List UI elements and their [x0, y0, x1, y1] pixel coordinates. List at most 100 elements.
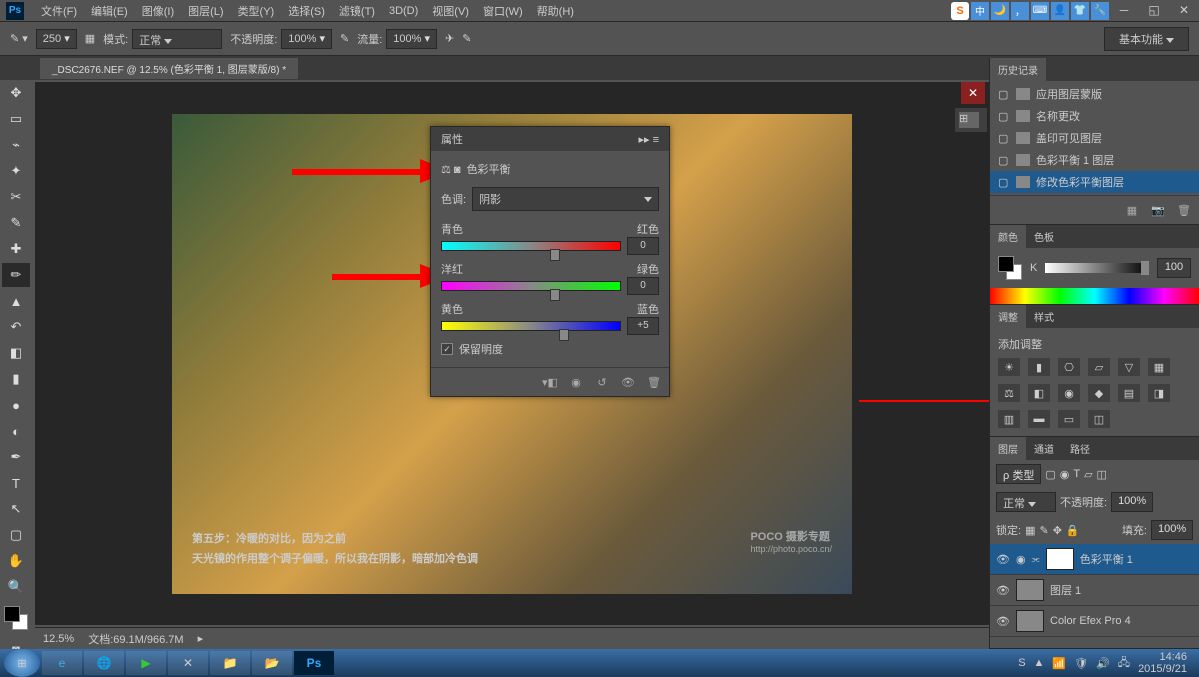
color-tab[interactable]: 颜色: [990, 225, 1026, 248]
slider-value-2[interactable]: +5: [627, 317, 659, 335]
history-item[interactable]: ▢色彩平衡 1 图层: [990, 149, 1199, 171]
delete-icon[interactable]: 🗑: [645, 374, 663, 390]
ime-user-icon[interactable]: 👤: [1051, 2, 1069, 20]
tray-date[interactable]: 2015/9/21: [1138, 663, 1187, 675]
close-doc-group[interactable]: ✕: [961, 82, 985, 104]
menu-layer[interactable]: 图层(L): [181, 3, 230, 19]
layer-fill[interactable]: 100%: [1151, 520, 1193, 540]
slider-1[interactable]: [441, 281, 621, 291]
layer-mask-thumb[interactable]: [1046, 548, 1074, 570]
k-value[interactable]: 100: [1157, 258, 1191, 278]
filter-type-icon[interactable]: T: [1073, 468, 1080, 480]
layer-visibility-icon[interactable]: 👁: [996, 553, 1010, 566]
brush-tool-icon[interactable]: ✎ ▾: [10, 32, 28, 45]
layer-thumb[interactable]: [1016, 610, 1044, 632]
lock-pos-icon[interactable]: ✥: [1053, 524, 1062, 537]
stamp-tool[interactable]: ▲: [2, 289, 30, 313]
path-tool[interactable]: ↖: [2, 497, 30, 521]
posterize-icon[interactable]: ▥: [998, 410, 1020, 428]
filter-smart-icon[interactable]: ◫: [1097, 468, 1107, 481]
hue-icon[interactable]: ▦: [1148, 358, 1170, 376]
bw-icon[interactable]: ◧: [1028, 384, 1050, 402]
layer-thumb[interactable]: [1016, 579, 1044, 601]
start-button[interactable]: ⊞: [4, 649, 40, 677]
window-restore[interactable]: ◱: [1139, 0, 1169, 20]
zoom-level[interactable]: 12.5%: [43, 633, 74, 645]
browser-icon[interactable]: 🌐: [84, 651, 124, 675]
new-doc-icon[interactable]: 📷: [1149, 202, 1167, 218]
swatches-tab[interactable]: 色板: [1026, 225, 1062, 248]
ime-tool-icon[interactable]: 🔧: [1091, 2, 1109, 20]
collapsed-panel-strip[interactable]: ⊞: [955, 108, 987, 132]
gradient-tool[interactable]: ▮: [2, 367, 30, 391]
layer-opacity[interactable]: 100%: [1111, 492, 1153, 512]
menu-view[interactable]: 视图(V): [425, 3, 476, 19]
layers-tab[interactable]: 图层: [990, 437, 1026, 460]
history-tab[interactable]: 历史记录: [990, 58, 1046, 81]
color-ramp[interactable]: [990, 288, 1199, 304]
exposure-icon[interactable]: ▱: [1088, 358, 1110, 376]
mixer-icon[interactable]: ◆: [1088, 384, 1110, 402]
explorer-icon[interactable]: 📁: [210, 651, 250, 675]
airbrush-icon[interactable]: ✈: [445, 32, 454, 45]
menu-3d[interactable]: 3D(D): [382, 5, 425, 17]
ime-punct-icon[interactable]: ，: [1011, 2, 1029, 20]
doc-size[interactable]: 文档:69.1M/966.7M: [88, 631, 183, 647]
history-item[interactable]: ▢修改色彩平衡图层: [990, 171, 1199, 193]
layer-visibility-icon[interactable]: 👁: [996, 584, 1010, 597]
history-item[interactable]: ▢应用图层蒙版: [990, 83, 1199, 105]
sogou-icon[interactable]: S: [951, 2, 969, 20]
brightness-icon[interactable]: ☀: [998, 358, 1020, 376]
tray-shield-icon[interactable]: 🛡: [1074, 657, 1088, 670]
selective-icon[interactable]: ◫: [1088, 410, 1110, 428]
type-tool[interactable]: T: [2, 471, 30, 495]
visibility-icon[interactable]: 👁: [619, 374, 637, 390]
curves-icon[interactable]: ⎔: [1058, 358, 1080, 376]
ps-taskbar-icon[interactable]: Ps: [294, 651, 334, 675]
invert-icon[interactable]: ◨: [1148, 384, 1170, 402]
slider-0[interactable]: [441, 241, 621, 251]
tray-net-icon[interactable]: 🖧: [1118, 654, 1130, 673]
filter-image-icon[interactable]: ▢: [1045, 468, 1055, 481]
layer-filter[interactable]: ρ 类型: [996, 464, 1041, 484]
balance-icon[interactable]: ⚖: [998, 384, 1020, 402]
filter-adj-icon[interactable]: ◉: [1060, 468, 1070, 481]
slider-value-1[interactable]: 0: [627, 277, 659, 295]
gradient-map-icon[interactable]: ▭: [1058, 410, 1080, 428]
pressure-size-icon[interactable]: ✎: [462, 32, 471, 45]
view-previous-icon[interactable]: ◉: [567, 374, 585, 390]
history-item[interactable]: ▢名称更改: [990, 105, 1199, 127]
menu-filter[interactable]: 滤镜(T): [332, 3, 382, 19]
window-close[interactable]: ✕: [1169, 0, 1199, 20]
lookup-icon[interactable]: ▤: [1118, 384, 1140, 402]
reset-icon[interactable]: ↺: [593, 374, 611, 390]
lasso-tool[interactable]: ⌁: [2, 133, 30, 157]
tray-time[interactable]: 14:46: [1138, 651, 1187, 663]
layer-name[interactable]: 色彩平衡 1: [1080, 551, 1133, 567]
folder-icon[interactable]: 📂: [252, 651, 292, 675]
styles-tab[interactable]: 样式: [1026, 305, 1062, 328]
app-icon[interactable]: ✕: [168, 651, 208, 675]
menu-edit[interactable]: 编辑(E): [84, 3, 135, 19]
menu-image[interactable]: 图像(I): [135, 3, 181, 19]
levels-icon[interactable]: ▮: [1028, 358, 1050, 376]
channels-tab[interactable]: 通道: [1026, 437, 1062, 460]
tray-sogou-icon[interactable]: S: [1018, 657, 1025, 669]
zoom-tool[interactable]: 🔍: [2, 575, 30, 599]
move-tool[interactable]: ✥: [2, 81, 30, 105]
window-minimize[interactable]: ─: [1109, 0, 1139, 20]
shape-tool[interactable]: ▢: [2, 523, 30, 547]
layer-item[interactable]: 👁◉⫘色彩平衡 1: [990, 544, 1199, 575]
menu-window[interactable]: 窗口(W): [476, 3, 530, 19]
slider-2[interactable]: [441, 321, 621, 331]
layer-item[interactable]: 👁图层 1: [990, 575, 1199, 606]
menu-help[interactable]: 帮助(H): [530, 3, 581, 19]
delete-state-icon[interactable]: 🗑: [1175, 202, 1193, 218]
layer-visibility-icon[interactable]: 👁: [996, 615, 1010, 628]
vibrance-icon[interactable]: ▽: [1118, 358, 1140, 376]
tray-wifi-icon[interactable]: 📶: [1052, 657, 1066, 670]
brush-size[interactable]: 250 ▾: [36, 29, 77, 49]
ime-keyboard-icon[interactable]: ⌨: [1031, 2, 1049, 20]
ime-skin-icon[interactable]: 👕: [1071, 2, 1089, 20]
crop-tool[interactable]: ✂: [2, 185, 30, 209]
